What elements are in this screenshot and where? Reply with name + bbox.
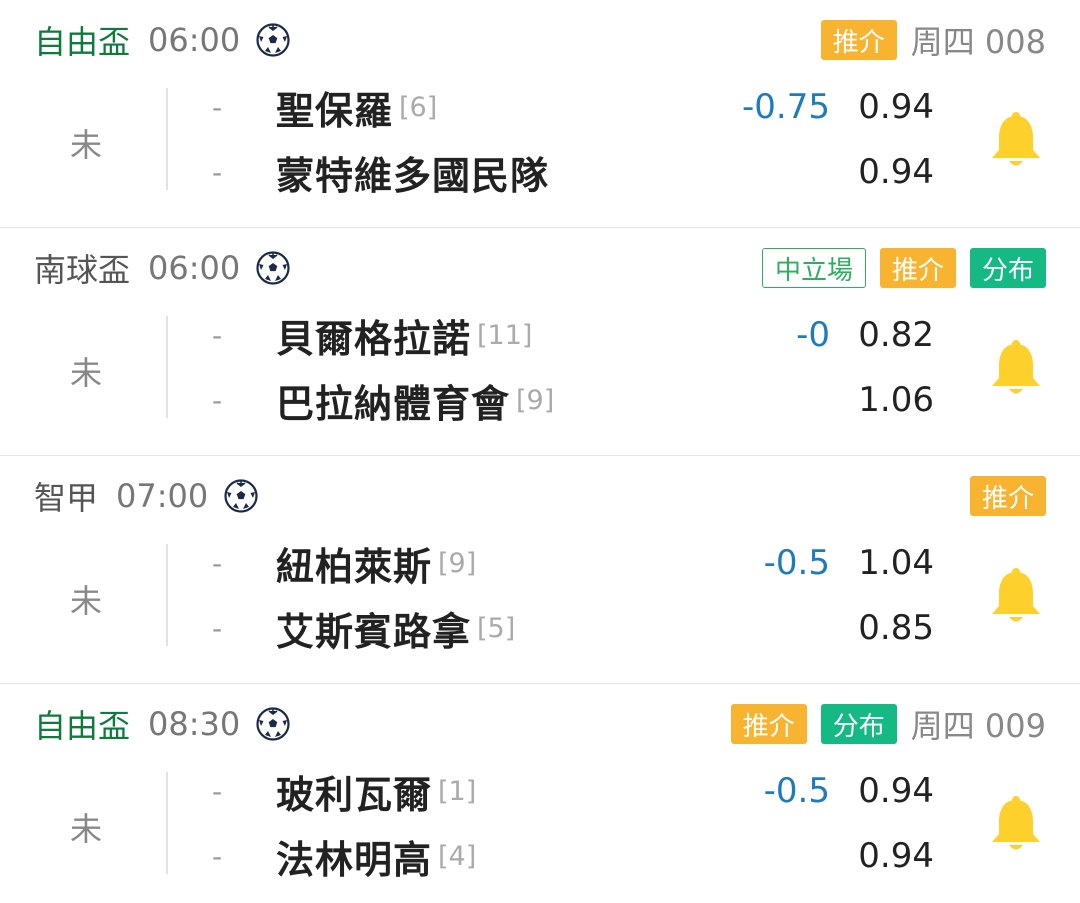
tag-badge[interactable]: 推介 (730, 704, 807, 744)
league-name[interactable]: 南球盃 (34, 245, 130, 291)
match-header: 自由盃 06:00 (34, 16, 290, 64)
bell-icon[interactable] (988, 110, 1044, 170)
home-team-name: 紐柏萊斯 (276, 544, 433, 589)
match-header-tags: 中立場 推介 分布 (748, 244, 1046, 292)
away-team-name: 艾斯賓路拿 (276, 609, 472, 654)
league-name[interactable]: 智甲 (34, 473, 98, 519)
divider (166, 544, 168, 646)
match-card[interactable]: 南球盃 06:00 中立場 推介 分布 未 - 貝爾格拉諾 [11] - 巴拉納體育… (0, 228, 1080, 456)
league-name[interactable]: 自由盃 (34, 17, 130, 63)
away-odds: 0.85 (858, 608, 934, 648)
handicap-line: -0 (796, 315, 830, 355)
soccer-ball-icon (256, 707, 290, 741)
away-team-name: 蒙特維多國民隊 (276, 153, 550, 198)
match-card[interactable]: 智甲 07:00 推介 未 - 紐柏萊斯 [9] - 艾斯賓路拿 [5] -0.… (0, 456, 1080, 684)
home-odds: 0.94 (858, 771, 934, 811)
kickoff-time: 06:00 (148, 249, 241, 287)
home-team-name: 貝爾格拉諾 (276, 316, 472, 361)
match-status: 未 (70, 354, 103, 392)
away-team-rank: [4] (438, 840, 477, 872)
match-number: 周四 009 (910, 707, 1046, 745)
home-team-row[interactable]: - 玻利瓦爾 [1] (212, 760, 732, 822)
away-team-row[interactable]: - 巴拉納體育會 [9] (212, 369, 732, 431)
home-team-rank: [1] (438, 775, 477, 807)
bell-icon[interactable] (988, 794, 1044, 854)
home-team-row[interactable]: - 聖保羅 [6] (212, 76, 732, 138)
match-status: 未 (70, 126, 103, 164)
home-odds: 0.94 (858, 87, 934, 127)
kickoff-time: 06:00 (148, 21, 241, 59)
tag-badge[interactable]: 推介 (820, 20, 897, 60)
home-score: - (212, 90, 223, 124)
away-team-name: 法林明高 (276, 837, 433, 882)
kickoff-time: 08:30 (148, 705, 241, 743)
away-score: - (212, 155, 223, 189)
soccer-ball-icon (224, 479, 258, 513)
away-odds: 1.06 (858, 380, 934, 420)
home-score: - (212, 318, 223, 352)
match-list: 自由盃 06:00 推介 周四 008 未 - 聖保羅 [6] - 蒙特維多國民隊 (0, 0, 1080, 903)
away-score: - (212, 611, 223, 645)
away-team-rank: [9] (516, 384, 555, 416)
handicap-line: -0.75 (742, 87, 830, 127)
match-header: 自由盃 08:30 (34, 700, 290, 748)
home-team-rank: [9] (438, 547, 477, 579)
kickoff-time: 07:00 (116, 477, 209, 515)
away-score: - (212, 383, 223, 417)
match-header-tags: 推介 分布 周四 009 (717, 700, 1046, 748)
home-score: - (212, 774, 223, 808)
home-odds: 1.04 (858, 543, 934, 583)
away-odds: 0.94 (858, 836, 934, 876)
league-name[interactable]: 自由盃 (34, 701, 130, 747)
match-header: 智甲 07:00 (34, 472, 258, 520)
tag-badge[interactable]: 推介 (969, 476, 1046, 516)
tag-badge[interactable]: 中立場 (761, 248, 866, 288)
match-header-tags: 推介 周四 008 (807, 16, 1046, 64)
divider (166, 772, 168, 874)
match-header: 南球盃 06:00 (34, 244, 290, 292)
away-team-row[interactable]: - 蒙特維多國民隊 (212, 141, 732, 203)
tag-badge[interactable]: 推介 (879, 248, 956, 288)
bell-icon[interactable] (988, 338, 1044, 398)
home-team-name: 玻利瓦爾 (276, 772, 433, 817)
away-odds: 0.94 (858, 152, 934, 192)
soccer-ball-icon (256, 23, 290, 57)
away-team-row[interactable]: - 法林明高 [4] (212, 825, 732, 887)
handicap-line: -0.5 (763, 543, 830, 583)
bell-icon[interactable] (988, 566, 1044, 626)
tag-badge[interactable]: 分布 (820, 704, 897, 744)
away-score: - (212, 839, 223, 873)
divider (166, 316, 168, 418)
away-team-row[interactable]: - 艾斯賓路拿 [5] (212, 597, 732, 659)
divider (166, 88, 168, 190)
away-team-name: 巴拉納體育會 (276, 381, 511, 426)
soccer-ball-icon (256, 251, 290, 285)
match-status: 未 (70, 582, 103, 620)
match-card[interactable]: 自由盃 06:00 推介 周四 008 未 - 聖保羅 [6] - 蒙特維多國民隊 (0, 0, 1080, 228)
match-header-tags: 推介 (956, 472, 1046, 520)
match-number: 周四 008 (910, 23, 1046, 61)
home-team-row[interactable]: - 紐柏萊斯 [9] (212, 532, 732, 594)
home-team-row[interactable]: - 貝爾格拉諾 [11] (212, 304, 732, 366)
match-card[interactable]: 自由盃 08:30 推介 分布 周四 009 未 - 玻利瓦爾 [1] - 法林明高… (0, 684, 1080, 903)
home-team-rank: [6] (399, 91, 438, 123)
home-score: - (212, 546, 223, 580)
match-status: 未 (70, 810, 103, 848)
home-team-rank: [11] (477, 319, 533, 351)
away-team-rank: [5] (477, 612, 516, 644)
tag-badge[interactable]: 分布 (969, 248, 1046, 288)
home-team-name: 聖保羅 (276, 88, 394, 133)
home-odds: 0.82 (858, 315, 934, 355)
handicap-line: -0.5 (763, 771, 830, 811)
